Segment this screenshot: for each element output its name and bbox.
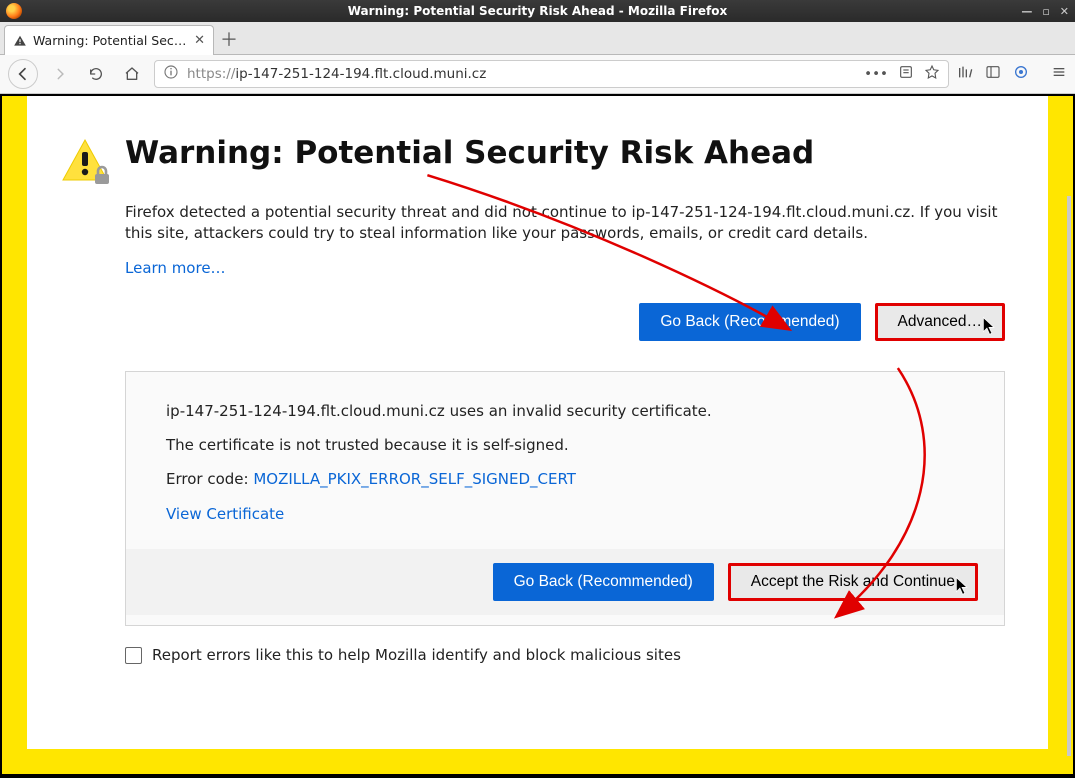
home-icon <box>124 66 140 82</box>
extension-icon[interactable] <box>1013 64 1029 84</box>
url-text: https://ip-147-251-124-194.flt.cloud.mun… <box>187 66 856 82</box>
bookmark-star-icon[interactable] <box>924 64 940 84</box>
error-code-label: Error code: <box>166 470 253 488</box>
scrollbar[interactable] <box>1067 196 1071 756</box>
page-heading: Warning: Potential Security Risk Ahead <box>125 136 814 172</box>
error-code-link[interactable]: MOZILLA_PKIX_ERROR_SELF_SIGNED_CERT <box>253 470 576 488</box>
primary-button-row: Go Back (Recommended) Advanced… <box>125 303 1005 341</box>
accept-risk-button[interactable]: Accept the Risk and Continue <box>728 563 978 601</box>
navbar: https://ip-147-251-124-194.flt.cloud.mun… <box>0 55 1075 93</box>
window-maximize-button[interactable]: ▫ <box>1040 5 1051 18</box>
warning-paragraph: Firefox detected a potential security th… <box>125 202 1005 244</box>
hamburger-menu-icon[interactable] <box>1051 64 1067 84</box>
content-frame: Warning: Potential Security Risk Ahead F… <box>0 94 1075 776</box>
reader-mode-icon[interactable] <box>898 64 914 84</box>
url-protocol: https:// <box>187 66 235 82</box>
window-minimize-button[interactable]: — <box>1019 5 1034 18</box>
accept-risk-label: Accept the Risk and Continue <box>751 573 955 591</box>
window-title: Warning: Potential Security Risk Ahead -… <box>0 4 1075 18</box>
view-certificate-link[interactable]: View Certificate <box>166 505 284 523</box>
panel-go-back-button[interactable]: Go Back (Recommended) <box>493 563 714 601</box>
forward-arrow-icon <box>53 67 67 81</box>
back-arrow-icon <box>15 66 31 82</box>
error-code-line: Error code: MOZILLA_PKIX_ERROR_SELF_SIGN… <box>166 470 964 488</box>
page-action-dots-icon[interactable]: ••• <box>864 66 888 82</box>
panel-button-row: Go Back (Recommended) Accept the Risk an… <box>126 549 1004 615</box>
report-label: Report errors like this to help Mozilla … <box>152 646 681 664</box>
report-errors-row: Report errors like this to help Mozilla … <box>125 646 1005 664</box>
warning-tab-icon <box>13 34 27 48</box>
library-icon[interactable] <box>957 64 973 84</box>
tabstrip: Warning: Potential Securi ✕ ＋ <box>0 22 1075 55</box>
tab-label: Warning: Potential Securi <box>33 33 188 48</box>
go-back-button[interactable]: Go Back (Recommended) <box>639 303 860 341</box>
forward-button[interactable] <box>46 60 74 88</box>
url-bar[interactable]: https://ip-147-251-124-194.flt.cloud.mun… <box>154 60 949 88</box>
new-tab-button[interactable]: ＋ <box>214 24 244 54</box>
sidebar-icon[interactable] <box>985 64 1001 84</box>
home-button[interactable] <box>118 60 146 88</box>
reload-button[interactable] <box>82 60 110 88</box>
cursor-icon <box>955 576 969 596</box>
cert-untrusted-text: The certificate is not trusted because i… <box>166 436 964 454</box>
advanced-panel: ip-147-251-124-194.flt.cloud.muni.cz use… <box>125 371 1005 626</box>
report-checkbox[interactable] <box>125 647 142 664</box>
advanced-button-label: Advanced… <box>898 313 982 331</box>
tab-close-icon[interactable]: ✕ <box>194 33 205 48</box>
learn-more-link[interactable]: Learn more… <box>125 259 226 277</box>
reload-icon <box>88 66 104 82</box>
tab-active[interactable]: Warning: Potential Securi ✕ <box>4 25 214 55</box>
advanced-button[interactable]: Advanced… <box>875 303 1005 341</box>
url-host: ip-147-251-124-194.flt.cloud.muni.cz <box>235 66 486 82</box>
back-button[interactable] <box>8 59 38 89</box>
warning-triangle-icon <box>59 136 107 184</box>
window-titlebar: Warning: Potential Security Risk Ahead -… <box>0 0 1075 22</box>
window-close-button[interactable]: ✕ <box>1058 5 1071 18</box>
browser-chrome: Warning: Potential Securi ✕ ＋ https://ip… <box>0 22 1075 94</box>
identity-info-icon[interactable] <box>163 64 179 84</box>
cursor-icon <box>982 316 996 336</box>
cert-invalid-text: ip-147-251-124-194.flt.cloud.muni.cz use… <box>166 402 964 420</box>
content-area: Warning: Potential Security Risk Ahead F… <box>27 96 1048 749</box>
